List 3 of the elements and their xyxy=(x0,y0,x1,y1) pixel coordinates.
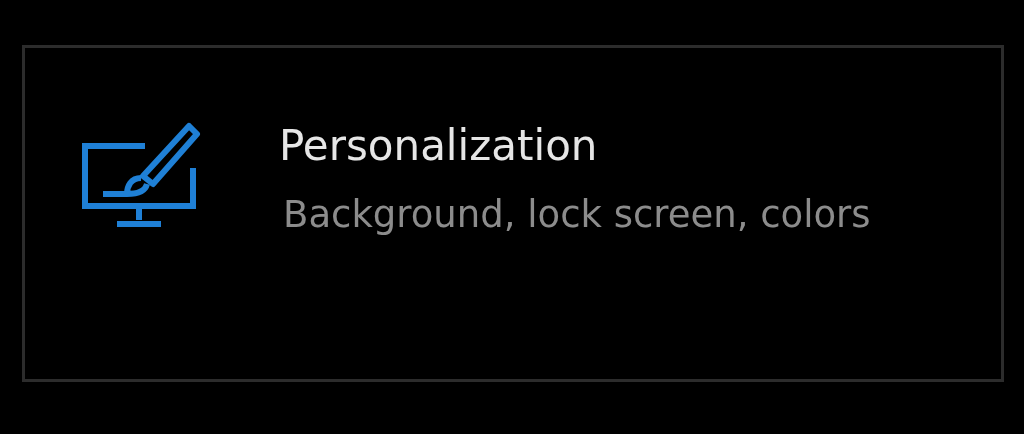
personalization-icon xyxy=(81,122,201,230)
tile-title: Personalization xyxy=(279,120,599,172)
tile-subtitle: Background, lock screen, colors xyxy=(283,192,871,238)
